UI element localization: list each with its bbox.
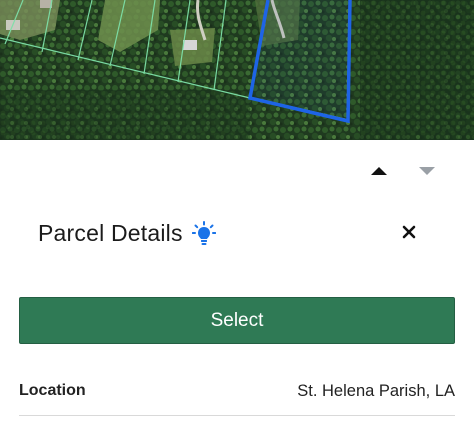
panel-header: Parcel Details xyxy=(38,220,216,247)
caret-up-icon[interactable] xyxy=(368,164,390,178)
satellite-map[interactable] xyxy=(0,0,474,140)
detail-label: Location xyxy=(19,382,86,399)
detail-row-location: Location St. Helena Parish, LA xyxy=(19,368,455,414)
parcel-app-screen: Parcel Details Select Location St. Helen… xyxy=(0,0,474,432)
close-icon[interactable] xyxy=(400,223,418,241)
caret-down-icon[interactable] xyxy=(416,164,438,178)
sheet-controls xyxy=(368,164,438,178)
select-button[interactable]: Select xyxy=(19,297,455,344)
map-imagery xyxy=(0,0,474,140)
panel-title: Parcel Details xyxy=(38,220,183,246)
parcel-details-panel: Parcel Details Select Location St. Helen… xyxy=(0,140,474,432)
detail-value: St. Helena Parish, LA xyxy=(297,381,455,400)
lightbulb-icon[interactable] xyxy=(191,220,216,247)
divider xyxy=(19,415,455,416)
selected-parcel-outline[interactable] xyxy=(247,0,352,124)
